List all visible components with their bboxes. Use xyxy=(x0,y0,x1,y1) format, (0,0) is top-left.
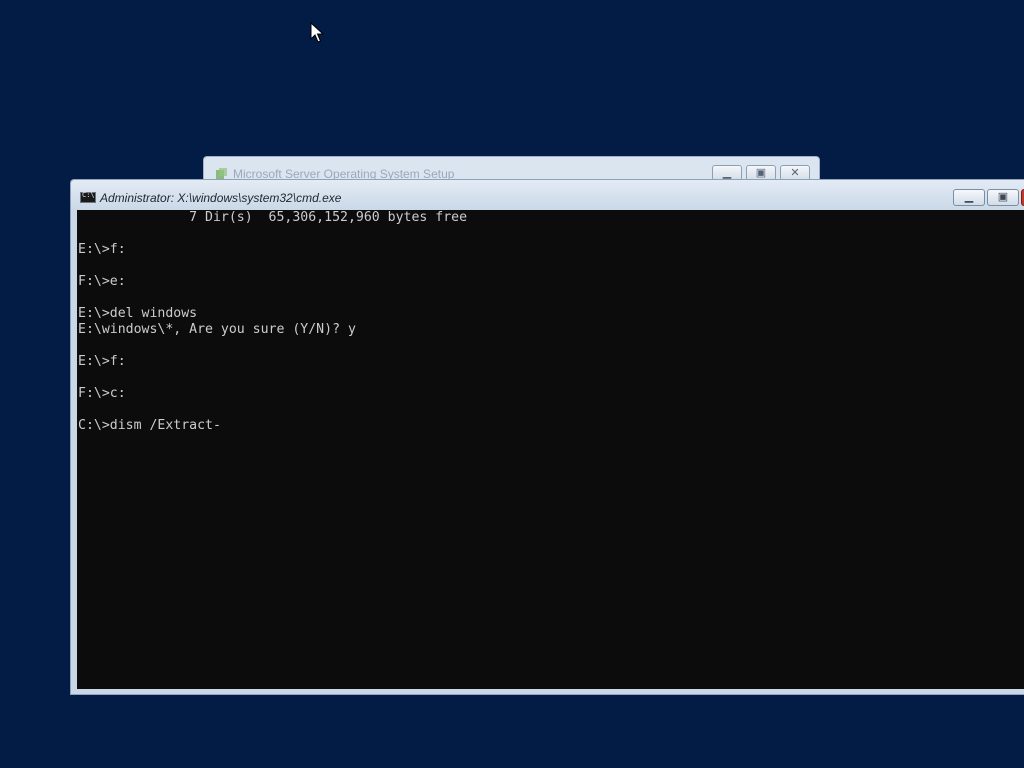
console-line: C:\>dism /Extract- xyxy=(78,418,221,433)
mouse-cursor-icon xyxy=(310,22,324,43)
console-output[interactable]: 7 Dir(s) 65,306,152,960 bytes free E:\>f:… xyxy=(77,210,1024,689)
console-line: F:\>e: xyxy=(78,274,126,289)
console-line: 7 Dir(s) 65,306,152,960 bytes free xyxy=(78,210,468,225)
cmd-icon xyxy=(80,191,96,203)
desktop: Microsoft Server Operating System Setup … xyxy=(0,0,1024,768)
cmd-restore-button[interactable]: ▣ xyxy=(987,189,1019,206)
console-line: E:\>f: xyxy=(78,242,126,257)
cmd-window-title: Administrator: X:\windows\system32\cmd.e… xyxy=(100,191,342,205)
cmd-window[interactable]: Administrator: X:\windows\system32\cmd.e… xyxy=(70,179,1024,695)
cmd-titlebar[interactable]: Administrator: X:\windows\system32\cmd.e… xyxy=(71,180,1024,210)
cmd-minimize-button[interactable]: ▁ xyxy=(953,189,985,206)
console-line: E:\windows\*, Are you sure (Y/N)? y xyxy=(78,322,356,337)
console-lines: 7 Dir(s) 65,306,152,960 bytes free E:\>f:… xyxy=(78,210,467,434)
console-line: E:\>del windows xyxy=(78,306,198,321)
console-line: F:\>c: xyxy=(78,386,126,401)
console-line: E:\>f: xyxy=(78,354,126,369)
